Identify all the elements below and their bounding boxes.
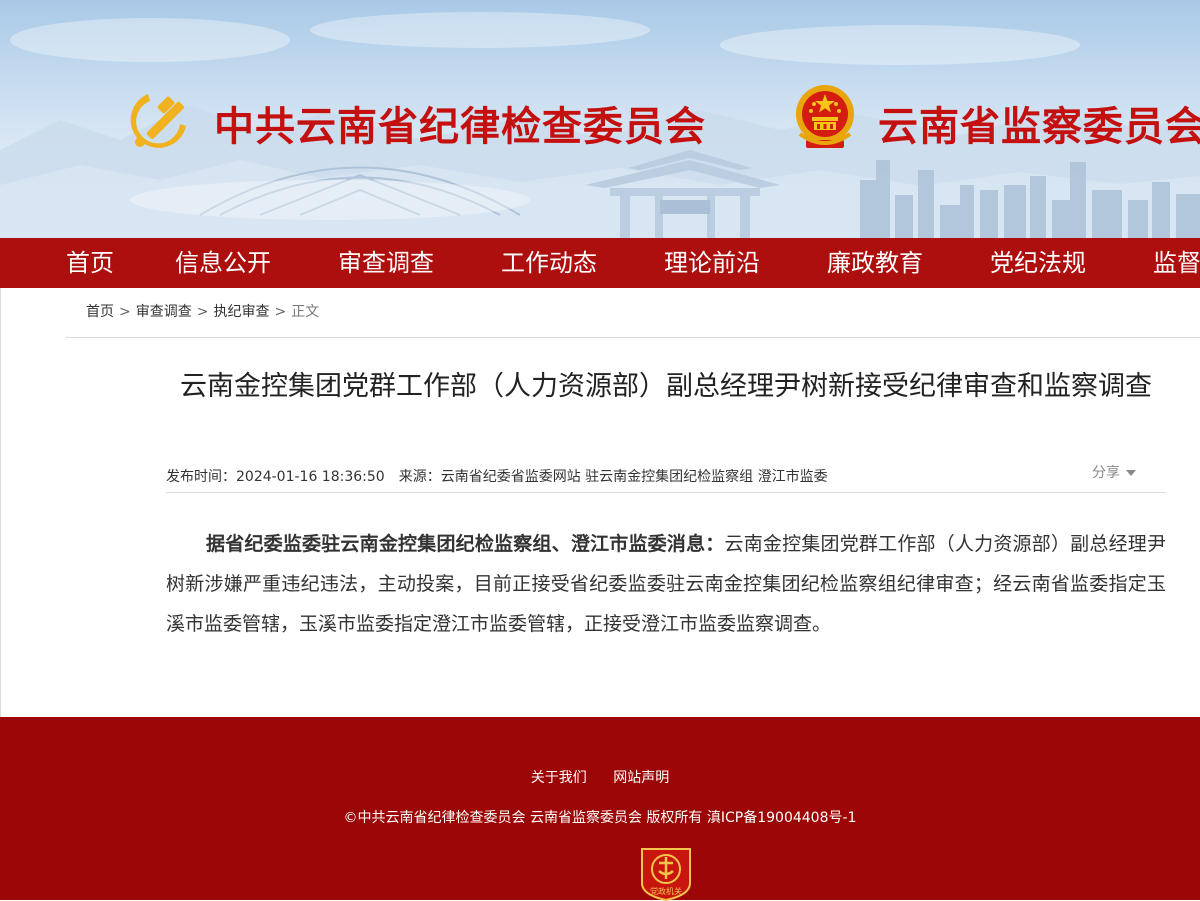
article-meta: 发布时间：2024-01-16 18:36:50 来源：云南省纪委省监委网站 驻云… (166, 466, 828, 488)
publish-label: 发布时间： (166, 469, 236, 485)
nav-item-education[interactable]: 廉政教育 (827, 238, 923, 288)
site-title-right: 云南省监察委员会 (878, 104, 1200, 150)
breadcrumb-current: 正文 (291, 304, 320, 320)
article-title: 云南金控集团党群工作部（人力资源部）副总经理尹树新接受纪律审查和监察调查 (180, 371, 1152, 402)
nav-item-review[interactable]: 审查调查 (338, 238, 434, 288)
article-body: 据省纪委监委驻云南金控集团纪检监察组、澄江市监委消息：云南金控集团党群工作部（人… (166, 524, 1166, 644)
party-emblem-icon (130, 94, 186, 148)
breadcrumb-separator: > (196, 304, 209, 320)
nav-item-work-news[interactable]: 工作动态 (501, 238, 597, 288)
article-source: 云南省纪委省监委网站 驻云南金控集团纪检监察组 澄江市监委 (440, 469, 828, 485)
content-border (0, 288, 1, 718)
nav-item-regulations[interactable]: 党纪法规 (990, 238, 1086, 288)
footer-link-about[interactable]: 关于我们 (531, 770, 587, 786)
breadcrumb-review[interactable]: 审查调查 (136, 304, 192, 320)
breadcrumb-home[interactable]: 首页 (86, 304, 114, 320)
source-label: 来源： (398, 469, 441, 485)
breadcrumb-separator: > (119, 304, 131, 320)
nav-item-home[interactable]: 首页 (66, 238, 114, 288)
article-lead: 据省纪委监委驻云南金控集团纪检监察组、澄江市监委消息： (206, 533, 725, 555)
national-emblem-icon (796, 85, 854, 148)
badge-text: 党政机关 (650, 886, 682, 896)
copyright-text: ©中共云南省纪律检查委员会 云南省监察委员会 版权所有 滇ICP备1900440… (343, 810, 857, 826)
footer-links: 关于我们 网站声明 (0, 767, 1200, 787)
footer: 关于我们 网站声明 ©中共云南省纪律检查委员会 云南省监察委员会 版权所有 滇I… (0, 717, 1200, 901)
breadcrumb-separator: > (274, 304, 287, 320)
breadcrumb: 首页 > 审查调查 > 执纪审查 > 正文 (86, 300, 319, 324)
share-label: 分享 (1092, 465, 1120, 481)
breadcrumb-discipline-review[interactable]: 执纪审查 (213, 304, 269, 320)
nav-item-supervision[interactable]: 监督 (1153, 238, 1200, 288)
nav-item-info[interactable]: 信息公开 (175, 238, 271, 288)
main-nav: 首页 信息公开 审查调查 工作动态 理论前沿 廉政教育 党纪法规 监督 (0, 238, 1200, 288)
footer-link-statement[interactable]: 网站声明 (613, 770, 669, 786)
site-title-left: 中共云南省纪律检查委员会 (214, 104, 706, 150)
meta-divider (166, 492, 1166, 493)
share-button[interactable]: 分享 (1092, 462, 1136, 484)
header-banner: 中共云南省纪律检查委员会 云南省监察委员会 (0, 0, 1200, 238)
publish-time: 2024-01-16 18:36:50 (236, 469, 385, 485)
breadcrumb-divider (66, 337, 1200, 338)
caret-down-icon (1126, 470, 1136, 476)
gov-agency-badge-icon[interactable]: 党政机关 (639, 845, 693, 901)
nav-item-theory[interactable]: 理论前沿 (664, 238, 760, 288)
